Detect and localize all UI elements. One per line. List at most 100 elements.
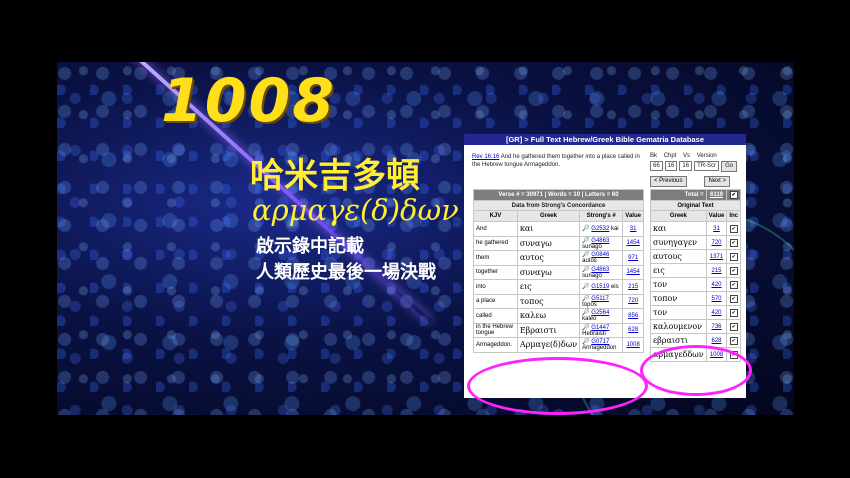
greek-cell: τοπος (516, 293, 581, 309)
col-strongs: Strong's # (579, 210, 624, 222)
word-value-cell: 420 (705, 305, 728, 320)
value-link[interactable]: 1454 (626, 269, 639, 275)
verse-text: Rev 16:16 And he gathered them together … (472, 153, 642, 169)
word-value-cell: 31 (705, 221, 728, 236)
greek-cell: Εβραιστι (516, 322, 581, 338)
table-row: together συναγω 🔎 G4863 sunago 1454 (473, 264, 644, 280)
word-value-link[interactable]: 720 (711, 240, 721, 246)
total-value[interactable]: 6119 (710, 192, 723, 198)
word-value-link[interactable]: 570 (711, 296, 721, 302)
version-select[interactable]: TR-Scr (694, 161, 720, 171)
greek-cell: και (516, 221, 581, 237)
greek-cell: Αρμαγε(δ)δων (516, 337, 581, 353)
chapter-input[interactable]: 16 (664, 161, 678, 171)
col-value: Value (622, 210, 644, 222)
include-cell: ✔ (726, 235, 742, 250)
value-cell: 856 (622, 308, 644, 324)
kjv-cell: a place (473, 293, 518, 309)
include-checkbox[interactable]: ✔ (729, 252, 738, 261)
value-link[interactable]: 856 (628, 313, 638, 319)
table-row: εις 215 ✔ (650, 263, 742, 278)
translit-text: Armageddon (582, 345, 617, 352)
previous-button[interactable]: < Previous (650, 176, 687, 187)
word-value-cell: 720 (705, 235, 728, 250)
include-checkbox[interactable]: ✔ (729, 224, 738, 233)
greek-word-cell: τοπον (650, 291, 707, 306)
include-checkbox[interactable]: ✔ (729, 280, 738, 289)
word-value-link[interactable]: 420 (711, 310, 721, 316)
table-row: τον 420 ✔ (650, 277, 742, 292)
value-link[interactable]: 971 (628, 255, 638, 261)
word-value-link[interactable]: 1371 (710, 254, 723, 260)
value-link[interactable]: 720 (628, 298, 638, 304)
strongs-cell: 🔎 G2564 kaleo (579, 308, 624, 324)
value-cell: 31 (622, 221, 644, 237)
include-checkbox[interactable]: ✔ (729, 308, 738, 317)
word-value-link[interactable]: 628 (711, 338, 721, 344)
highlight-circle-right (640, 345, 752, 396)
col-greek-right: Greek (650, 210, 707, 222)
table-row: και 31 ✔ (650, 221, 742, 236)
next-button[interactable]: Next > (704, 176, 730, 187)
include-checkbox[interactable]: ✔ (729, 336, 738, 345)
go-button[interactable]: Go (721, 161, 738, 172)
col-inc: Inc (726, 210, 742, 222)
word-value-cell: 420 (705, 277, 728, 292)
original-subtitle: Original Text (649, 200, 742, 211)
greek-cell: συναγω (516, 235, 581, 251)
table-row: καλουμενον 736 ✔ (650, 319, 742, 334)
nav-buttons: < Previous Next > (650, 176, 730, 187)
word-value-link[interactable]: 420 (711, 282, 721, 288)
include-checkbox[interactable]: ✔ (729, 238, 738, 247)
greek-word-cell: καλουμενον (650, 319, 707, 334)
total-label: Total = (650, 189, 707, 201)
greek-cell: αυτος (516, 250, 581, 266)
value-link[interactable]: 628 (628, 327, 638, 333)
strongs-link[interactable]: G1519 (591, 284, 609, 290)
search-icon[interactable]: 🔎 (582, 284, 589, 290)
value-cell: 720 (622, 293, 644, 309)
check-all-icon[interactable]: ✔ (729, 191, 738, 199)
greek-cell: συναγω (516, 264, 581, 280)
word-value-link[interactable]: 31 (713, 226, 720, 232)
kjv-cell: called (473, 308, 518, 324)
value-cell: 971 (622, 250, 644, 266)
translit-text: Hebraisti (582, 330, 606, 337)
table-row: a place τοπος 🔎 G5117 topos 720 (473, 293, 644, 309)
table-row: in the Hebrew tongue Εβραιστι 🔎 G1447 Hebr… (473, 322, 644, 338)
strongs-cell: 🔎 G0717 Armageddon (579, 337, 624, 353)
value-link[interactable]: 1008 (626, 342, 639, 348)
kjv-cell: he gathered (473, 235, 518, 251)
value-cell: 1008 (622, 337, 644, 353)
col-greek: Greek (516, 210, 581, 222)
word-value-link[interactable]: 736 (711, 324, 721, 330)
search-icon[interactable]: 🔎 (582, 226, 589, 232)
kjv-cell: together (473, 264, 518, 280)
include-cell: ✔ (726, 291, 742, 306)
kjv-cell: Armageddon. (473, 337, 518, 353)
strongs-table: Verse # = 30971 | Words = 10 | Letters =… (473, 189, 644, 353)
greek-cell: καλεω (516, 308, 581, 324)
include-checkbox[interactable]: ✔ (729, 266, 738, 275)
book-input[interactable]: 66 (650, 161, 663, 171)
translit-text: kaleo (582, 316, 597, 323)
kjv-cell: them (473, 250, 518, 266)
value-link[interactable]: 215 (628, 284, 638, 290)
verse-input[interactable]: 16 (679, 161, 693, 171)
value-cell: 1454 (622, 264, 644, 280)
include-checkbox[interactable]: ✔ (729, 294, 738, 303)
table-row: And και 🔎 G2532 kai 31 (473, 221, 644, 237)
highlight-circle-left (467, 357, 648, 415)
value-link[interactable]: 31 (630, 226, 637, 232)
strongs-link[interactable]: G2532 (591, 226, 609, 232)
table-row: them αυτος 🔎 G0846 autos 971 (473, 250, 644, 266)
verse-ref-link[interactable]: Rev 16:16 (472, 154, 499, 160)
word-value-link[interactable]: 215 (711, 268, 721, 274)
value-link[interactable]: 1454 (626, 240, 639, 246)
translit-text: sunago (582, 272, 602, 279)
table-row: he gathered συναγω 🔎 G4863 sunago 1454 (473, 235, 644, 251)
include-checkbox[interactable]: ✔ (729, 322, 738, 331)
include-cell: ✔ (726, 333, 742, 348)
strongs-cell: 🔎 G1519 eis (579, 279, 624, 295)
label-verse: Vs (683, 153, 691, 159)
